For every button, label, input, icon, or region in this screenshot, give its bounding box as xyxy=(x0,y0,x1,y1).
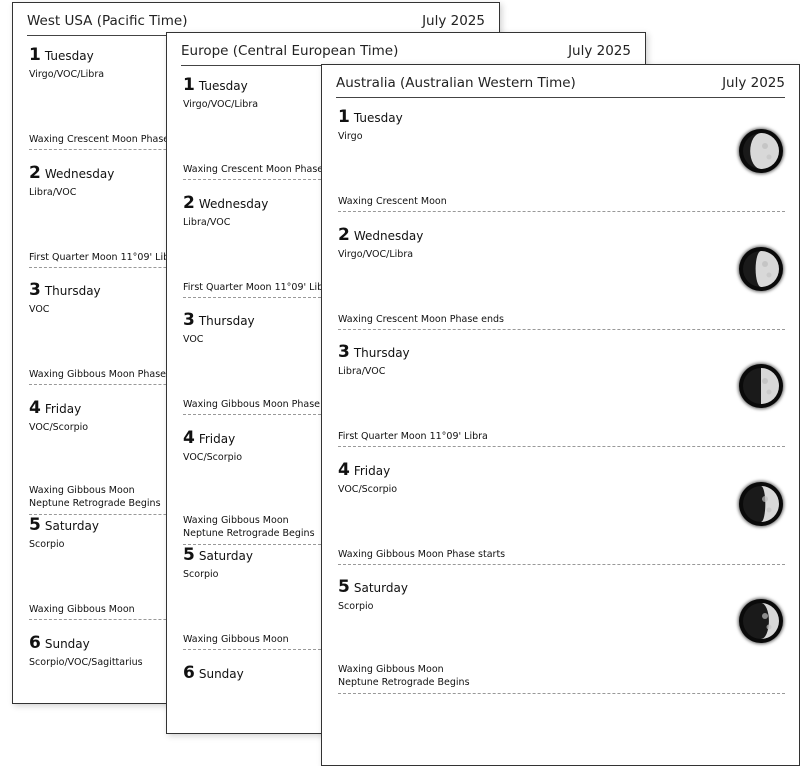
weekday-label: Sunday xyxy=(198,666,244,681)
moon-phase-note: Waxing Gibbous Moon Neptune Retrograde Be… xyxy=(338,663,785,694)
weekday-label: Sunday xyxy=(44,636,90,651)
moon-phase-note: Waxing Crescent Moon Phase ends xyxy=(338,313,785,330)
note-line: Waxing Gibbous Moon Phase starts xyxy=(338,548,506,560)
region-title: Australia (Australian Western Time) xyxy=(336,75,576,91)
zodiac-signs: Virgo/VOC/Libra xyxy=(183,99,259,110)
weekday-label: Friday xyxy=(44,401,82,416)
day-number: 5 xyxy=(29,515,41,535)
day-title: 6 Sunday xyxy=(29,633,90,653)
day-title: 2 Wednesday xyxy=(29,163,114,183)
day-number: 6 xyxy=(183,662,195,683)
day-title: 3 Thursday xyxy=(338,342,410,362)
day-title: 3 Thursday xyxy=(29,280,101,300)
weekday-label: Tuesday xyxy=(44,49,94,63)
note-line: Waxing Gibbous Moon xyxy=(338,664,444,675)
weekday-label: Thursday xyxy=(353,346,410,360)
weekday-label: Thursday xyxy=(44,284,101,298)
day-number: 2 xyxy=(183,192,195,213)
day-number: 4 xyxy=(29,397,41,418)
day-title: 4 Friday xyxy=(338,460,390,480)
note-line: Waxing Crescent Moon Phase ends xyxy=(338,313,504,325)
day-entry: 2 Wednesday Virgo/VOC/Libra Waxing Crescent… xyxy=(338,225,785,343)
day-number: 5 xyxy=(338,577,350,597)
day-entry: 5 Saturday Scorpio Waxing Gibbous Moon Neptu… xyxy=(338,577,785,695)
day-title: 1 Tuesday xyxy=(29,45,94,65)
zodiac-signs: Scorpio xyxy=(29,539,65,550)
weekday-label: Saturday xyxy=(44,519,99,533)
day-title: 1 Tuesday xyxy=(338,107,403,127)
zodiac-signs: Scorpio/VOC/Sagittarius xyxy=(29,656,143,668)
page-header: Australia (Australian Western Time) July… xyxy=(336,75,785,98)
weekday-label: Friday xyxy=(353,463,391,478)
day-title: 5 Saturday xyxy=(183,545,253,565)
weekday-label: Saturday xyxy=(198,549,253,563)
zodiac-signs: Virgo/VOC/Libra xyxy=(338,248,414,260)
day-title: 5 Saturday xyxy=(29,515,99,535)
day-number: 5 xyxy=(183,545,195,565)
planner-page-australia: Australia (Australian Western Time) July… xyxy=(321,64,800,766)
weekday-label: Wednesday xyxy=(198,196,269,211)
zodiac-signs: VOC xyxy=(183,334,204,345)
zodiac-signs: VOC/Scorpio xyxy=(29,421,89,433)
day-title: 3 Thursday xyxy=(183,310,255,330)
day-number: 1 xyxy=(29,45,41,65)
moon-phase-note: Waxing Gibbous Moon Phase starts xyxy=(338,548,785,565)
day-number: 1 xyxy=(338,107,350,127)
day-number: 3 xyxy=(29,280,41,300)
note-line: First Quarter Moon 11°09' Libra xyxy=(338,431,488,442)
day-number: 2 xyxy=(338,224,350,245)
month-label: July 2025 xyxy=(422,13,485,29)
weekday-label: Tuesday xyxy=(198,79,248,93)
day-entry: 4 Friday VOC/Scorpio Waxing Gibbous Moon Ph… xyxy=(338,460,785,578)
zodiac-signs: Libra/VOC xyxy=(29,186,77,198)
day-title: 5 Saturday xyxy=(338,577,408,597)
weekday-label: Wednesday xyxy=(353,228,424,243)
day-number: 2 xyxy=(29,162,41,183)
day-number: 4 xyxy=(183,427,195,448)
zodiac-signs: Libra/VOC xyxy=(183,216,231,228)
day-title: 6 Sunday xyxy=(183,663,244,683)
day-title: 1 Tuesday xyxy=(183,75,248,95)
day-title: 2 Wednesday xyxy=(183,193,268,213)
moon-phase-note: Waxing Crescent Moon xyxy=(338,195,785,212)
zodiac-signs: VOC/Scorpio xyxy=(183,451,243,463)
day-title: 2 Wednesday xyxy=(338,225,423,245)
zodiac-signs: VOC xyxy=(29,304,50,315)
zodiac-signs: Virgo xyxy=(338,131,363,142)
weekday-label: Friday xyxy=(198,431,236,446)
day-entry: 3 Thursday Libra/VOC First Quarter Moon 11°… xyxy=(338,342,785,460)
moon-phase-icon xyxy=(739,481,783,526)
region-title: Europe (Central European Time) xyxy=(181,43,399,59)
moon-phase-icon xyxy=(739,246,783,291)
moon-phase-note: First Quarter Moon 11°09' Libra xyxy=(338,430,785,447)
day-number: 3 xyxy=(338,342,350,362)
day-entry: 1 Tuesday Virgo Waxing Crescent Moon xyxy=(338,107,785,225)
day-title: 4 Friday xyxy=(183,428,235,448)
moon-phase-icon xyxy=(739,129,783,173)
region-title: West USA (Pacific Time) xyxy=(27,13,188,29)
note-line: Neptune Retrograde Begins xyxy=(338,677,470,688)
day-number: 4 xyxy=(338,459,350,480)
zodiac-signs: VOC/Scorpio xyxy=(338,483,398,495)
month-label: July 2025 xyxy=(568,43,631,59)
day-number: 6 xyxy=(29,632,41,653)
weekday-label: Wednesday xyxy=(44,166,115,181)
month-label: July 2025 xyxy=(722,75,785,91)
note-line: Waxing Crescent Moon xyxy=(338,196,447,207)
day-title: 4 Friday xyxy=(29,398,81,418)
zodiac-signs: Virgo/VOC/Libra xyxy=(29,69,105,80)
zodiac-signs: Libra/VOC xyxy=(338,366,386,377)
weekday-label: Thursday xyxy=(198,314,255,328)
weekday-label: Tuesday xyxy=(353,111,403,125)
zodiac-signs: Scorpio xyxy=(183,569,219,580)
day-number: 1 xyxy=(183,75,195,95)
moon-phase-icon xyxy=(739,599,783,643)
moon-phase-icon xyxy=(739,364,783,408)
page-header: Europe (Central European Time) July 2025 xyxy=(181,43,631,66)
day-number: 3 xyxy=(183,310,195,330)
zodiac-signs: Scorpio xyxy=(338,601,374,612)
weekday-label: Saturday xyxy=(353,581,408,595)
